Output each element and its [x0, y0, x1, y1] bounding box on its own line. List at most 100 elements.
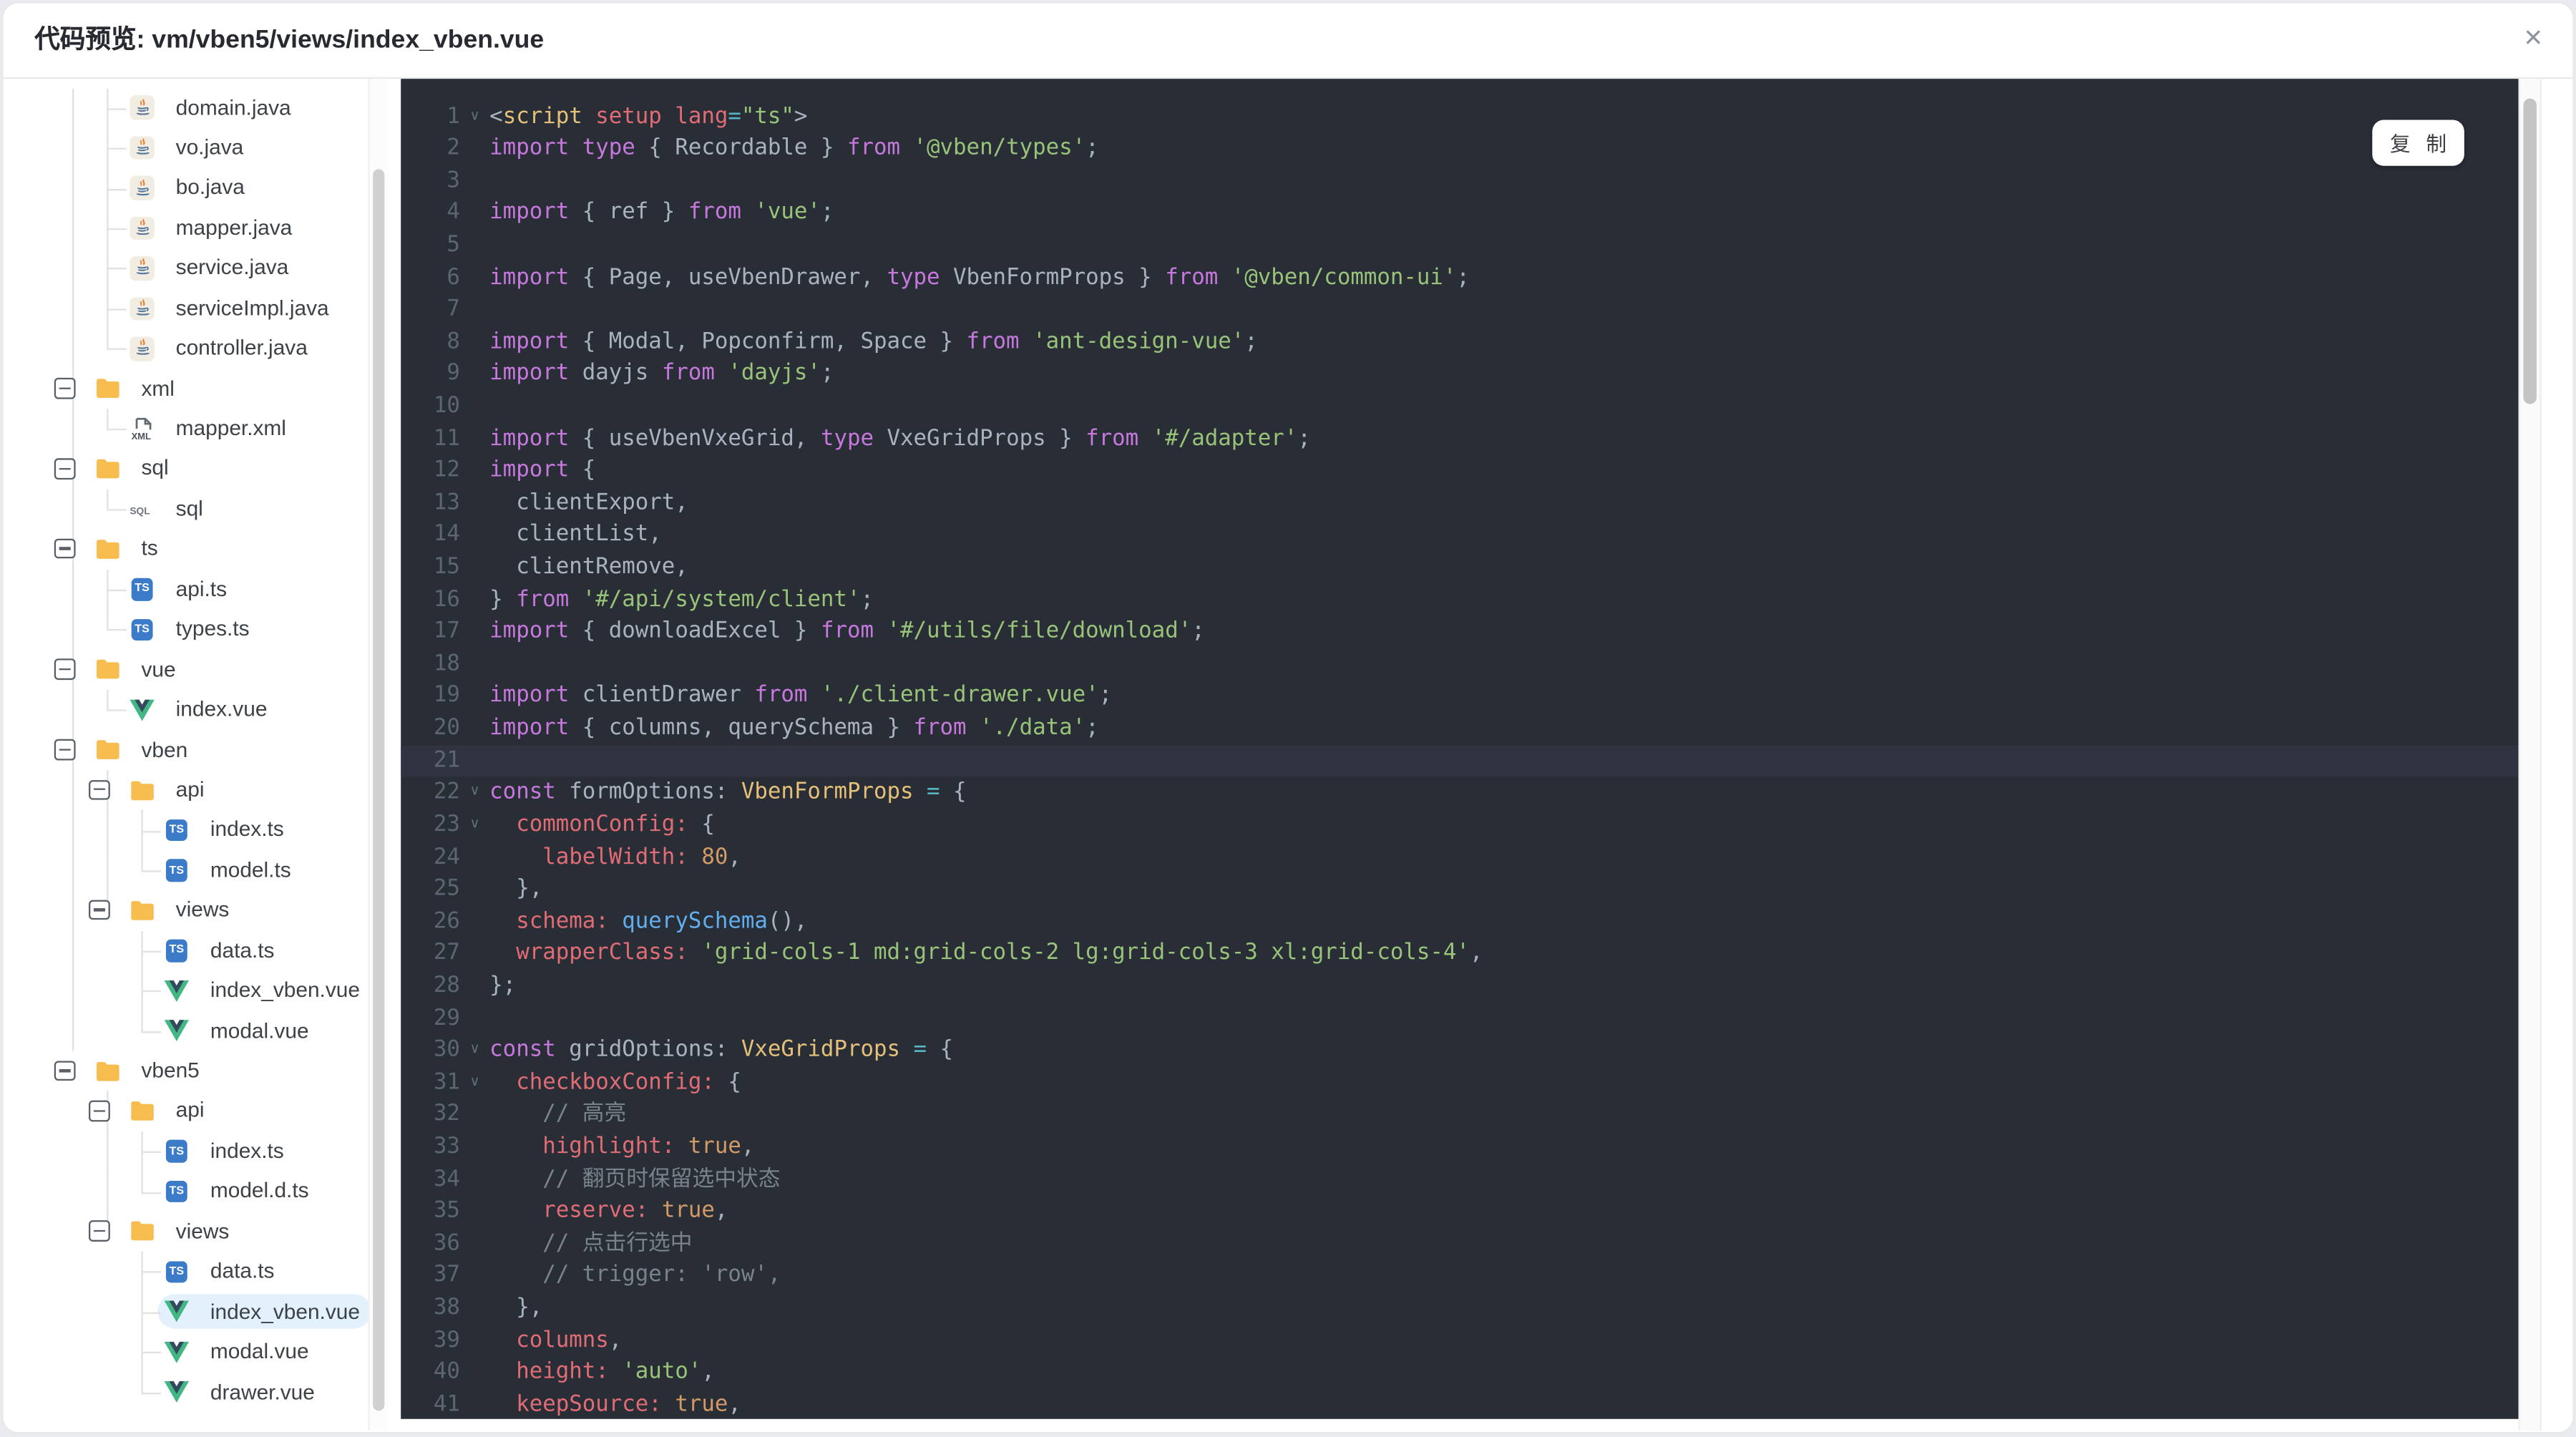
code-text: import { [489, 458, 596, 484]
code-scrollbar-thumb[interactable] [2522, 98, 2537, 404]
collapse-toggle-icon[interactable] [88, 1100, 109, 1121]
line-number: 12 [433, 458, 460, 484]
tree-item-model.d.ts[interactable]: TS model.d.ts [4, 1171, 369, 1212]
line-number: 23 [433, 812, 460, 838]
tree-item-service.java[interactable]: service.java [4, 248, 369, 289]
code-text: // 翻页时保留选中状态 [542, 1166, 781, 1192]
tree-scrollbar-thumb[interactable] [372, 169, 385, 1411]
tree-item-views[interactable]: views [4, 1212, 369, 1252]
collapse-toggle-icon[interactable] [54, 1060, 75, 1081]
fold-gutter [460, 359, 489, 391]
collapse-toggle-icon[interactable] [88, 900, 109, 920]
tree-item-views[interactable]: views [4, 890, 369, 931]
tree-item-api.ts[interactable]: TS api.ts [4, 569, 369, 610]
tree-item-mapper.xml[interactable]: XML mapper.xml [4, 409, 369, 449]
tree-item-label: index_vben.vue [210, 1298, 360, 1323]
collapse-toggle-icon[interactable] [54, 739, 75, 760]
tree-item-sql[interactable]: SQL sql [4, 489, 369, 530]
tree-item-label: serviceImpl.java [175, 295, 329, 320]
tree-connector-line [141, 1151, 161, 1154]
code-line: 4 import { ref } from 'vue'; [400, 198, 2519, 230]
tree-item-data.ts[interactable]: TS data.ts [4, 930, 369, 971]
code-line: 37 // trigger: 'row', [400, 1260, 2519, 1292]
tree-item-index_vben.vue[interactable]: index_vben.vue [4, 1292, 369, 1333]
tree-item-label: api.ts [175, 575, 228, 601]
tree-item-index.ts[interactable]: TS index.ts [4, 810, 369, 851]
tree-item-vben[interactable]: vben [4, 730, 369, 771]
tree-item-serviceImpl.java[interactable]: serviceImpl.java [4, 288, 369, 329]
tree-item-drawer.vue[interactable]: drawer.vue [4, 1372, 369, 1412]
tree-item-api[interactable]: api [4, 1091, 369, 1131]
code-line: 33 highlight: true, [400, 1131, 2519, 1164]
collapse-toggle-icon[interactable] [54, 458, 75, 479]
folder-icon [130, 1099, 154, 1124]
tree-item-vue[interactable]: vue [4, 649, 369, 691]
fold-chevron-icon[interactable]: ∨ [460, 101, 489, 133]
fold-chevron-icon[interactable]: ∨ [460, 777, 489, 809]
line-number: 1 [447, 104, 460, 130]
tree-item-modal.vue[interactable]: modal.vue [4, 1010, 369, 1051]
close-icon[interactable]: × [2507, 4, 2560, 77]
tree-guide-line [72, 1010, 74, 1051]
tree-item-vo.java[interactable]: vo.java [4, 127, 369, 168]
java-icon [130, 96, 155, 120]
tree-item-index.ts[interactable]: TS index.ts [4, 1131, 369, 1171]
fold-chevron-icon[interactable]: ∨ [460, 1067, 489, 1099]
line-number: 29 [433, 1005, 460, 1031]
tree-item-modal.vue[interactable]: modal.vue [4, 1332, 369, 1373]
tree-guide-line [107, 1171, 109, 1212]
tree-guide-line [141, 1171, 143, 1192]
fold-chevron-icon[interactable]: ∨ [460, 1035, 489, 1067]
tree-item-model.ts[interactable]: TS model.ts [4, 850, 369, 891]
collapse-toggle-icon[interactable] [88, 1220, 109, 1242]
code-text: const gridOptions: VxeGridProps = { [489, 1038, 954, 1063]
tree-item-index.vue[interactable]: index.vue [4, 690, 369, 731]
vue-icon [164, 1300, 190, 1324]
java-icon [130, 256, 155, 281]
tree-item-controller.java[interactable]: controller.java [4, 328, 369, 369]
tree-guide-line [107, 850, 109, 891]
tree-item-vben5[interactable]: vben5 [4, 1051, 369, 1091]
line-number: 8 [447, 329, 460, 355]
line-number: 31 [433, 1070, 460, 1096]
vue-icon [164, 978, 190, 1003]
tree-item-label: index.ts [210, 817, 284, 842]
xml-icon: XML [130, 417, 154, 441]
tree-guide-line [72, 288, 74, 329]
tree-guide-line [72, 87, 74, 128]
code-text: }, [489, 877, 543, 902]
code-line: 30 ∨ const gridOptions: VxeGridProps = { [400, 1035, 2519, 1067]
tree-item-api[interactable]: api [4, 770, 369, 811]
tree-item-data.ts[interactable]: TS data.ts [4, 1252, 369, 1292]
tree-item-index_vben.vue[interactable]: index_vben.vue [4, 970, 369, 1011]
line-number: 19 [433, 683, 460, 709]
tree-item-xml[interactable]: xml [4, 369, 369, 409]
line-number: 16 [433, 587, 460, 613]
line-number: 22 [433, 780, 460, 806]
fold-chevron-icon[interactable]: ∨ [460, 809, 489, 842]
tree-item-sql[interactable]: sql [4, 449, 369, 489]
tree-guide-line [72, 850, 74, 891]
tree-connector-line [141, 990, 161, 993]
line-number: 3 [447, 168, 460, 194]
svg-text:XML: XML [131, 430, 150, 441]
line-number: 7 [447, 297, 460, 323]
code-line: 10 [400, 391, 2519, 423]
collapse-toggle-icon[interactable] [54, 378, 75, 399]
collapse-toggle-icon[interactable] [54, 658, 75, 680]
code-line: 8 import { Modal, Popconfirm, Space } fro… [400, 326, 2519, 359]
collapse-toggle-icon[interactable] [54, 538, 75, 560]
svg-text:SQL: SQL [130, 506, 150, 517]
java-icon [130, 176, 155, 200]
tree-item-bo.java[interactable]: bo.java [4, 167, 369, 209]
tree-item-ts[interactable]: ts [4, 529, 369, 570]
tree-item-types.ts[interactable]: TS types.ts [4, 609, 369, 650]
tree-item-domain.java[interactable]: domain.java [4, 87, 369, 128]
tree-item-mapper.java[interactable]: mapper.java [4, 208, 369, 249]
tree-guide-line [107, 328, 109, 349]
collapse-toggle-icon[interactable] [88, 779, 109, 800]
code-line: 36 // 点击行选中 [400, 1228, 2519, 1260]
tree-guide-line [72, 930, 74, 971]
copy-button[interactable]: 复 制 [2372, 120, 2464, 165]
ts-icon: TS [165, 938, 189, 963]
